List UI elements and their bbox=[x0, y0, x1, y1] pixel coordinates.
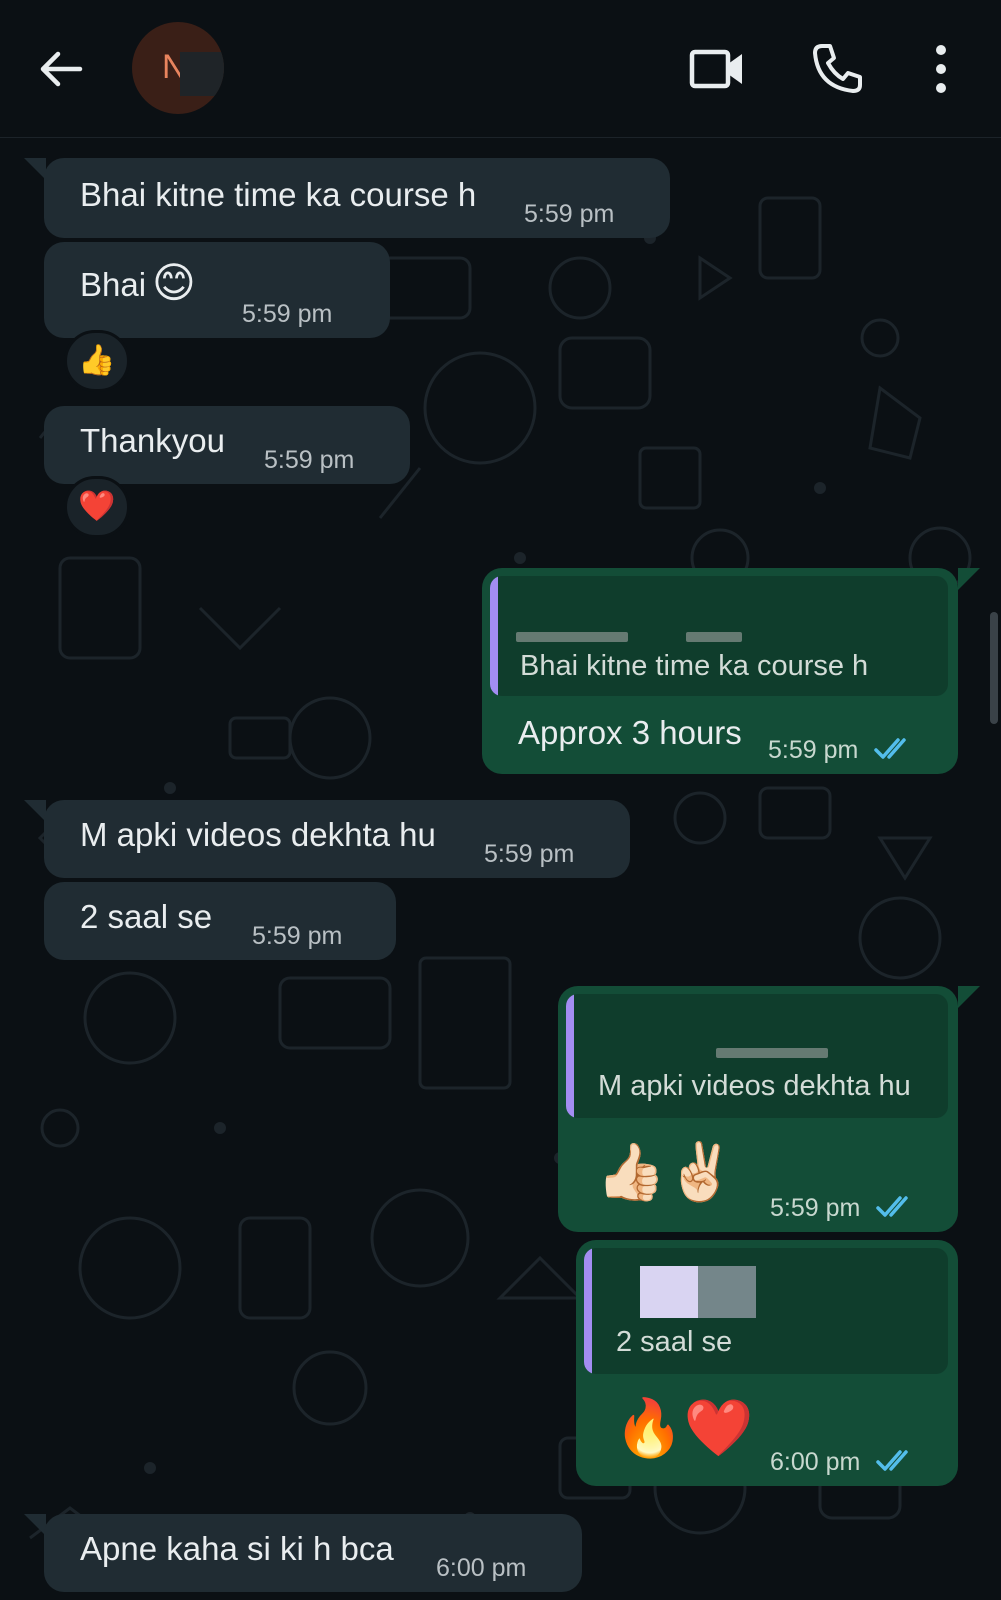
message-text: M apki videos dekhta hu bbox=[80, 816, 436, 853]
smiling-face-emoji: 😊 bbox=[152, 259, 196, 306]
double-check-icon bbox=[876, 1450, 908, 1471]
more-options-button[interactable] bbox=[912, 40, 970, 98]
quote-author-redacted bbox=[516, 632, 628, 642]
quote-author-redacted bbox=[716, 1048, 828, 1058]
incoming-message[interactable]: 2 saal se 5:59 pm bbox=[44, 882, 396, 960]
incoming-message[interactable]: Bhai kitne time ka course h 5:59 pm bbox=[44, 158, 670, 238]
chat-header: N bbox=[0, 0, 1001, 138]
message-time: 5:59 pm bbox=[768, 736, 859, 764]
back-button[interactable] bbox=[34, 42, 88, 96]
message-reaction[interactable]: 👍 bbox=[64, 330, 130, 392]
scrollbar[interactable] bbox=[990, 612, 998, 724]
quote-author-redacted bbox=[698, 1266, 756, 1318]
contact-name[interactable] bbox=[392, 40, 552, 100]
message-time: 5:59 pm bbox=[524, 200, 615, 228]
message-time: 5:59 pm bbox=[252, 922, 343, 950]
quote-author-redacted bbox=[686, 632, 742, 642]
incoming-message[interactable]: Thankyou 5:59 pm bbox=[44, 406, 410, 484]
quote-bar bbox=[490, 576, 498, 696]
quoted-message[interactable]: 2 saal se bbox=[584, 1248, 948, 1374]
bubble-tail bbox=[958, 986, 980, 1008]
message-time: 6:00 pm bbox=[436, 1554, 527, 1582]
quote-author-redacted bbox=[640, 1266, 698, 1318]
message-reaction[interactable]: ❤️ bbox=[64, 476, 130, 538]
quote-bar bbox=[584, 1248, 592, 1374]
bubble-tail bbox=[24, 1514, 46, 1536]
message-text: Bhai bbox=[80, 266, 147, 303]
message-time: 5:59 pm bbox=[770, 1194, 861, 1222]
quote-text: Bhai kitne time ka course h bbox=[520, 650, 869, 682]
message-time: 5:59 pm bbox=[484, 840, 575, 868]
chat-screen: N Bhai kitne time ka course h 5:59 pm Bh… bbox=[0, 0, 1001, 1600]
arrow-left-icon bbox=[40, 51, 83, 87]
quote-bar bbox=[566, 994, 574, 1118]
incoming-message[interactable]: Apne kaha si ki h bca 6:00 pm bbox=[44, 1514, 582, 1592]
bubble-tail bbox=[24, 800, 46, 822]
incoming-message[interactable]: Bhai 😊 5:59 pm bbox=[44, 242, 390, 338]
video-call-button[interactable] bbox=[688, 40, 746, 98]
more-vert-icon bbox=[936, 45, 946, 93]
bubble-tail bbox=[958, 568, 980, 590]
outgoing-message[interactable]: 2 saal se 🔥❤️ 6:00 pm bbox=[576, 1240, 958, 1486]
emoji-message: 👍🏻✌🏻 bbox=[596, 1140, 736, 1203]
incoming-message[interactable]: M apki videos dekhta hu 5:59 pm bbox=[44, 800, 630, 878]
quote-text: 2 saal se bbox=[616, 1326, 733, 1358]
contact-avatar[interactable]: N bbox=[132, 22, 224, 114]
quoted-message[interactable]: Bhai kitne time ka course h bbox=[490, 576, 948, 696]
outgoing-message[interactable]: Bhai kitne time ka course h Approx 3 hou… bbox=[482, 568, 958, 774]
voice-call-button[interactable] bbox=[808, 40, 866, 98]
double-check-icon bbox=[874, 738, 906, 759]
video-camera-icon bbox=[689, 49, 742, 89]
quoted-message[interactable]: M apki videos dekhta hu bbox=[566, 994, 948, 1118]
phone-icon bbox=[813, 44, 862, 93]
message-text: Approx 3 hours bbox=[518, 714, 742, 751]
outgoing-message[interactable]: M apki videos dekhta hu 👍🏻✌🏻 5:59 pm bbox=[558, 986, 958, 1232]
message-time: 5:59 pm bbox=[242, 300, 333, 328]
message-text: Bhai kitne time ka course h bbox=[80, 176, 477, 213]
quote-text: M apki videos dekhta hu bbox=[598, 1070, 911, 1102]
double-check-icon bbox=[876, 1196, 908, 1217]
message-text: 2 saal se bbox=[80, 898, 213, 935]
message-time: 5:59 pm bbox=[264, 446, 355, 474]
avatar-redaction bbox=[180, 52, 224, 96]
bubble-tail bbox=[24, 158, 46, 180]
emoji-message: 🔥❤️ bbox=[614, 1396, 754, 1459]
message-text: Thankyou bbox=[80, 422, 225, 459]
message-time: 6:00 pm bbox=[770, 1448, 861, 1476]
message-text: Apne kaha si ki h bca bbox=[80, 1530, 394, 1567]
